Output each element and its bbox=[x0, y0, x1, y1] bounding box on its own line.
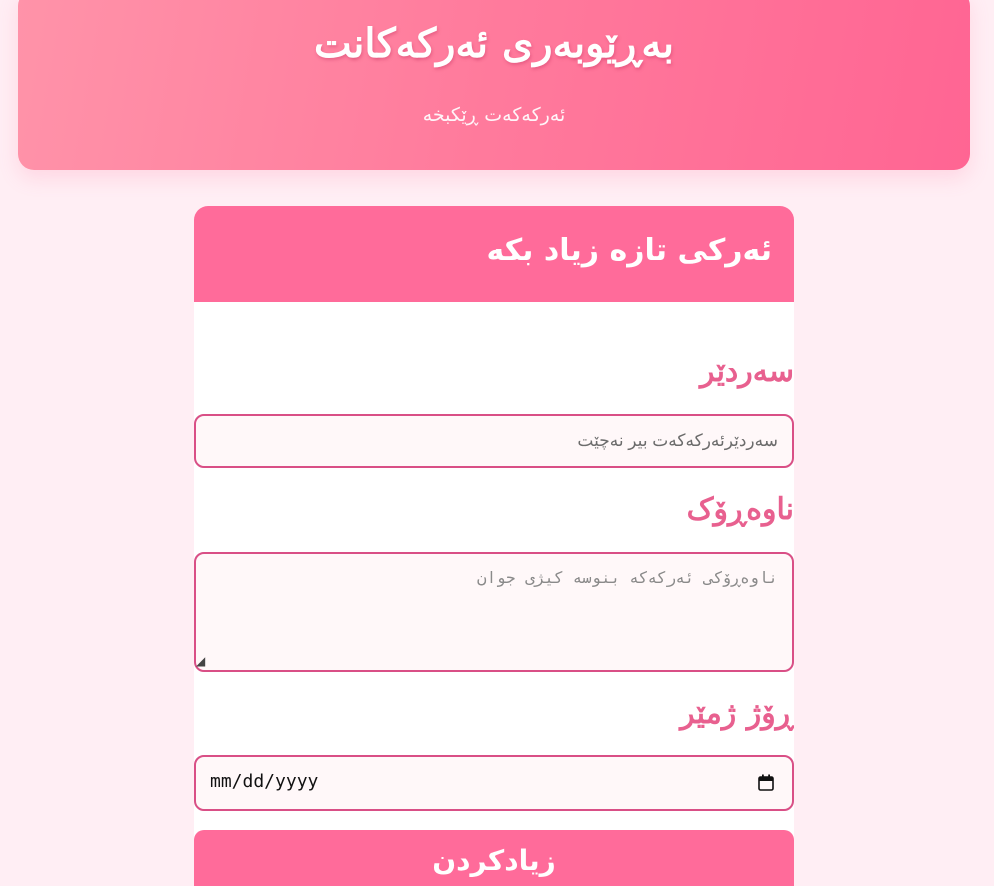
title-input[interactable] bbox=[194, 414, 794, 468]
add-task-button[interactable]: زیادکردن bbox=[194, 830, 794, 886]
date-label: ڕۆژ ژمێر bbox=[680, 696, 794, 731]
app-subtitle: ئەرکەکەت ڕێکبخە bbox=[422, 104, 566, 126]
app-title: بەڕێوبەری ئەرکەکانت bbox=[314, 20, 674, 67]
date-value: mm/dd/yyyy bbox=[210, 771, 319, 792]
app-header: بەڕێوبەری ئەرکەکانت ئەرکەکەت ڕێکبخە bbox=[18, 0, 970, 170]
add-task-heading: ئەرکی تازە زیاد بکە bbox=[194, 206, 794, 302]
date-input[interactable]: mm/dd/yyyy bbox=[194, 755, 794, 811]
content-textarea[interactable] bbox=[194, 552, 794, 672]
title-label: سەردێر bbox=[700, 354, 794, 389]
content-label: ناوەڕۆک bbox=[686, 492, 794, 527]
add-task-card: ئەرکی تازە زیاد بکە سەردێر ناوەڕۆک ◢ ڕۆژ… bbox=[194, 206, 794, 886]
calendar-icon[interactable] bbox=[758, 774, 774, 791]
resize-handle-icon[interactable]: ◢ bbox=[196, 654, 205, 668]
